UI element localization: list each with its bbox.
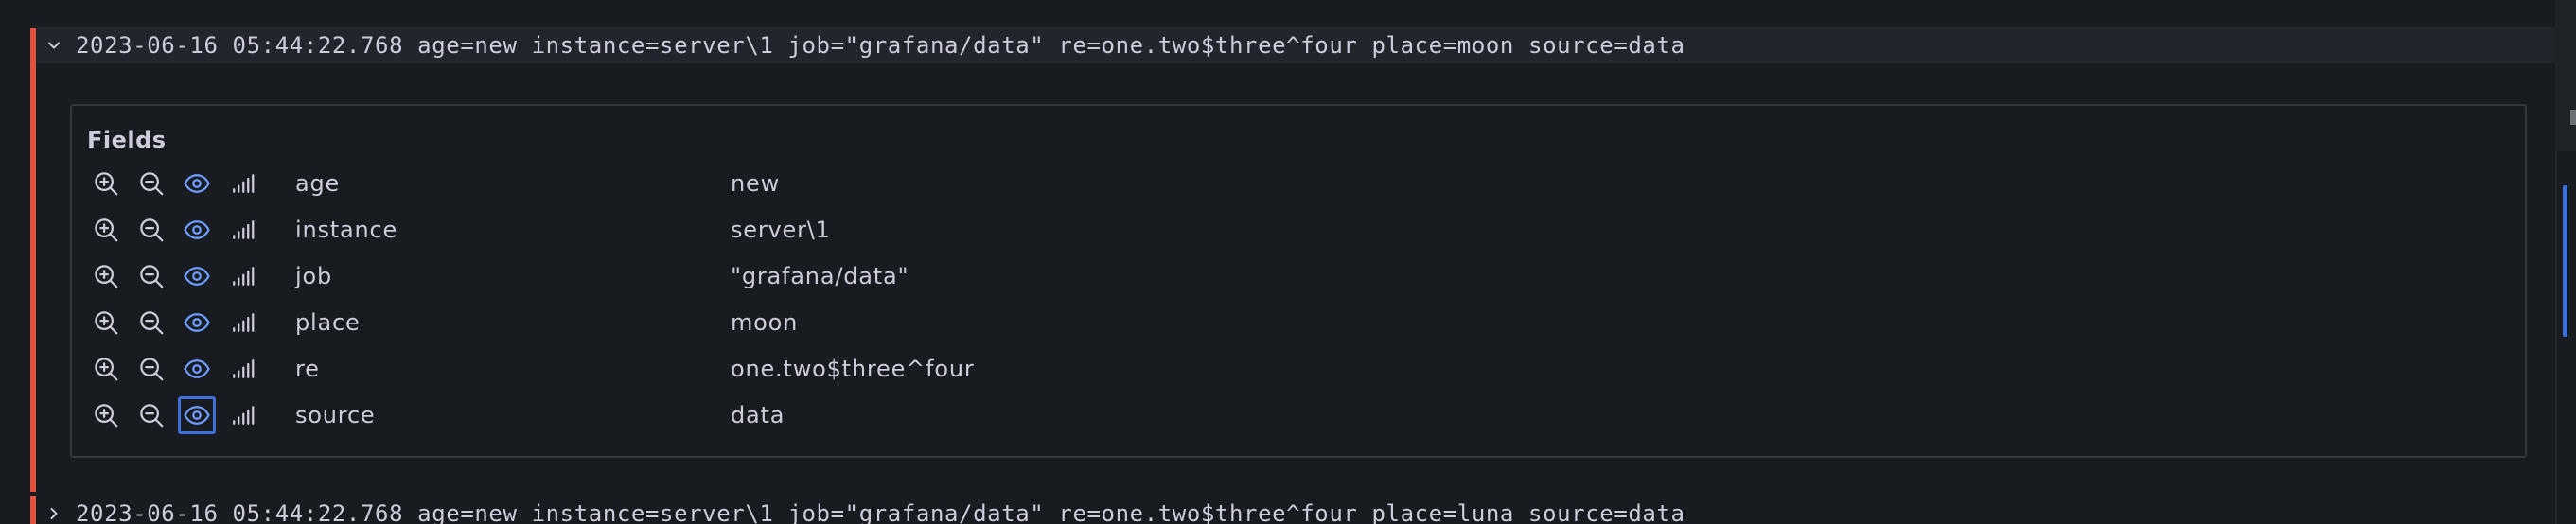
zoom-in-icon[interactable]	[87, 165, 125, 202]
field-row-job: job "grafana/data"	[87, 255, 2510, 297]
scrollbar-marker	[2570, 110, 2576, 125]
log-line-text: 2023-06-16 05:44:22.768 age=new instance…	[76, 500, 1685, 524]
field-value: server\1	[731, 217, 831, 243]
signal-bars-icon[interactable]	[223, 211, 261, 249]
zoom-out-icon[interactable]	[132, 350, 170, 388]
field-key: re	[295, 356, 320, 382]
field-row-place: place moon	[87, 302, 2510, 343]
field-key: job	[295, 263, 332, 289]
field-value: new	[731, 170, 781, 197]
field-value: one.two$three^four	[731, 356, 975, 382]
zoom-in-icon[interactable]	[87, 350, 125, 388]
signal-bars-icon[interactable]	[223, 304, 261, 341]
eye-icon[interactable]	[178, 257, 216, 295]
field-key: source	[295, 402, 376, 428]
signal-bars-icon[interactable]	[223, 350, 261, 388]
log-level-indicator	[30, 28, 36, 492]
scrollbar-top-region	[2555, 0, 2576, 151]
zoom-in-icon[interactable]	[87, 304, 125, 341]
zoom-out-icon[interactable]	[132, 211, 170, 249]
field-value: data	[731, 402, 785, 428]
eye-icon[interactable]	[178, 396, 216, 434]
zoom-out-icon[interactable]	[132, 396, 170, 434]
field-row-instance: instance server\1	[87, 209, 2510, 251]
zoom-in-icon[interactable]	[87, 257, 125, 295]
eye-icon[interactable]	[178, 350, 216, 388]
log-line-text: 2023-06-16 05:44:22.768 age=new instance…	[76, 32, 1685, 59]
field-key: age	[295, 170, 341, 197]
logs-panel: 2023-06-16 05:44:22.768 age=new instance…	[0, 0, 2555, 524]
chevron-right-icon[interactable]	[42, 501, 66, 524]
zoom-out-icon[interactable]	[132, 165, 170, 202]
chevron-down-icon[interactable]	[42, 33, 66, 58]
log-details-panel: Fields age new instance server\1 job "gr…	[70, 104, 2527, 458]
signal-bars-icon[interactable]	[223, 165, 261, 202]
field-key: place	[295, 309, 361, 336]
zoom-in-icon[interactable]	[87, 396, 125, 434]
signal-bars-icon[interactable]	[223, 396, 261, 434]
field-key: instance	[295, 217, 398, 243]
eye-icon[interactable]	[178, 165, 216, 202]
fields-heading: Fields	[87, 127, 167, 153]
field-value: "grafana/data"	[731, 263, 909, 289]
zoom-in-icon[interactable]	[87, 211, 125, 249]
eye-icon[interactable]	[178, 211, 216, 249]
scrollbar-thumb[interactable]	[2563, 185, 2567, 337]
log-row-collapsed[interactable]: 2023-06-16 05:44:22.768 age=new instance…	[36, 496, 2555, 524]
field-value: moon	[731, 309, 799, 336]
zoom-out-icon[interactable]	[132, 304, 170, 341]
field-row-age: age new	[87, 163, 2510, 204]
field-row-re: re one.two$three^four	[87, 348, 2510, 390]
log-row-expanded[interactable]: 2023-06-16 05:44:22.768 age=new instance…	[36, 27, 2555, 63]
eye-icon[interactable]	[178, 304, 216, 341]
field-row-source: source data	[87, 394, 2510, 436]
signal-bars-icon[interactable]	[223, 257, 261, 295]
zoom-out-icon[interactable]	[132, 257, 170, 295]
